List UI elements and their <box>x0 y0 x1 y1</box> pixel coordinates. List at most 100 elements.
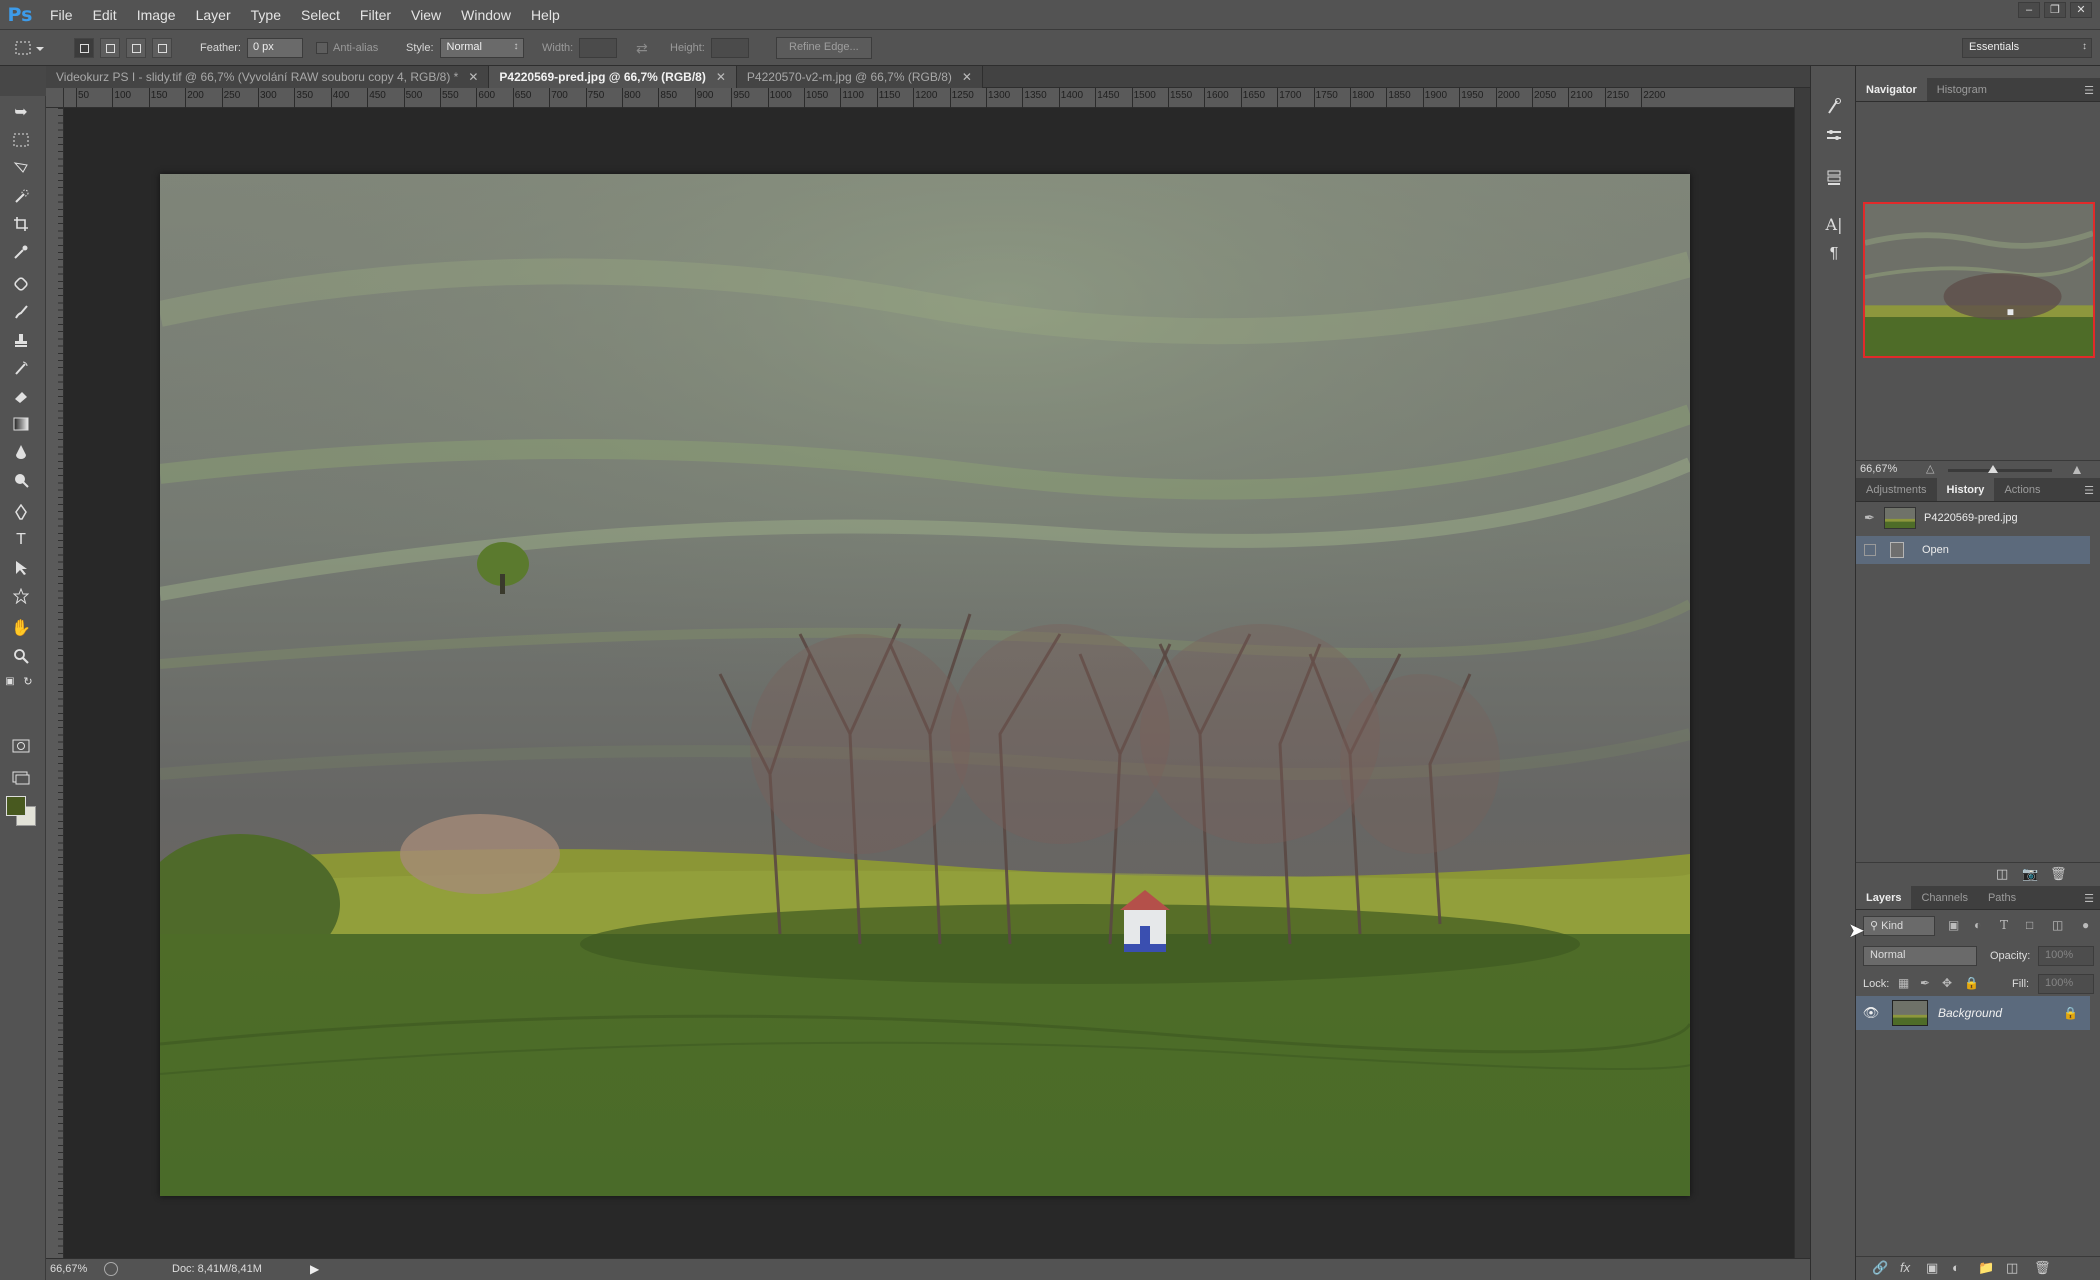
menu-select[interactable]: Select <box>291 0 350 30</box>
menu-image[interactable]: Image <box>127 0 186 30</box>
menu-layer[interactable]: Layer <box>186 0 241 30</box>
pixel-layer-filter-icon[interactable]: ▣ <box>1948 918 1959 932</box>
screen-mode-icon[interactable] <box>8 766 34 790</box>
height-input[interactable] <box>710 38 749 58</box>
opacity-input[interactable]: 100% <box>2038 946 2094 966</box>
paragraph-panel-icon[interactable]: ¶ <box>1821 242 1847 266</box>
tab-history[interactable]: History <box>1936 478 1995 501</box>
panel-menu-icon[interactable]: ☰ <box>2084 84 2094 97</box>
type-tool-icon[interactable]: T <box>8 528 34 552</box>
tab-adjustments[interactable]: Adjustments <box>1856 478 1937 501</box>
lock-transparent-pixels-icon[interactable]: ▦ <box>1898 976 1909 990</box>
history-brush-tool-icon[interactable] <box>8 356 34 380</box>
character-panel-icon[interactable]: A| <box>1821 212 1847 236</box>
new-group-icon[interactable]: 📁 <box>1978 1260 1994 1276</box>
status-zoom[interactable]: 66,67% <box>50 1263 87 1275</box>
navigator-thumbnail[interactable] <box>1863 202 2095 358</box>
eraser-tool-icon[interactable] <box>8 384 34 408</box>
tab-layers[interactable]: Layers <box>1856 886 1912 909</box>
panel-menu-icon[interactable]: ☰ <box>2084 484 2094 497</box>
document-image[interactable] <box>160 174 1690 1196</box>
brush-tool-icon[interactable] <box>8 300 34 324</box>
add-mask-icon[interactable]: ▣ <box>1926 1260 1938 1276</box>
menu-filter[interactable]: Filter <box>350 0 401 30</box>
layer-comps-icon[interactable] <box>1821 166 1847 190</box>
menu-edit[interactable]: Edit <box>83 0 127 30</box>
dodge-tool-icon[interactable] <box>8 468 34 492</box>
history-brush-source-icon[interactable]: ✒ <box>1864 510 1875 526</box>
menu-file[interactable]: File <box>40 0 83 30</box>
new-document-from-state-icon[interactable]: ◫ <box>1996 866 2008 882</box>
photoshop-logo[interactable]: Ps <box>0 0 40 30</box>
shape-layer-filter-icon[interactable]: □ <box>2026 918 2033 932</box>
swap-dimensions-icon[interactable]: ⇄ <box>636 40 648 57</box>
eyedropper-tool-icon[interactable] <box>8 240 34 264</box>
tab-videokurz[interactable]: Videokurz PS I - slidy.tif @ 66,7% (Vyvo… <box>46 66 490 88</box>
vertical-ruler[interactable] <box>46 108 64 1258</box>
gradient-tool-icon[interactable] <box>8 412 34 436</box>
add-to-selection-icon[interactable] <box>100 38 120 58</box>
new-layer-icon[interactable]: ◫ <box>2006 1260 2018 1276</box>
width-input[interactable] <box>579 38 618 58</box>
lock-position-icon[interactable]: ✥ <box>1942 976 1952 990</box>
tab-close-icon[interactable]: ✕ <box>716 70 726 84</box>
zoom-in-icon[interactable]: ▲ <box>2070 461 2084 477</box>
delete-layer-icon[interactable]: 🗑 <box>2034 1260 2051 1276</box>
tab-p4220570[interactable]: P4220570-v2-m.jpg @ 66,7% (RGB/8) ✕ <box>736 66 983 88</box>
vertical-scrollbar[interactable] <box>1794 88 1810 1258</box>
crop-tool-icon[interactable] <box>8 212 34 236</box>
menu-help[interactable]: Help <box>521 0 570 30</box>
marquee-tool-icon[interactable] <box>8 128 34 152</box>
menu-view[interactable]: View <box>401 0 451 30</box>
hand-tool-icon[interactable]: ✋ <box>8 616 34 640</box>
canvas-area[interactable] <box>64 108 1794 1258</box>
restore-button[interactable]: ❐ <box>2044 2 2066 18</box>
lock-image-pixels-icon[interactable]: ✒ <box>1920 976 1930 990</box>
layer-visibility-eye-icon[interactable]: 👁 <box>1856 1005 1886 1021</box>
tab-channels[interactable]: Channels <box>1911 886 1977 909</box>
smart-object-filter-icon[interactable]: ◫ <box>2052 918 2063 932</box>
minimize-button[interactable]: – <box>2018 2 2040 18</box>
ruler-origin[interactable] <box>46 88 64 108</box>
history-step[interactable]: Open <box>1856 536 2090 564</box>
blend-mode-select[interactable]: Normal <box>1863 946 1977 966</box>
tab-histogram[interactable]: Histogram <box>1927 78 1997 101</box>
shape-tool-icon[interactable] <box>8 584 34 608</box>
horizontal-ruler[interactable]: 50 100 150 200 250 300 350 400 450 500 550 600 650 70… <box>64 88 1794 108</box>
navigator-zoom-value[interactable]: 66,67% <box>1860 463 1897 475</box>
link-layers-icon[interactable]: 🔗 <box>1872 1260 1888 1276</box>
type-layer-filter-icon[interactable]: T <box>2000 918 2008 932</box>
swap-colors-icon[interactable]: ↻ <box>20 674 36 688</box>
status-menu-arrow-icon[interactable]: ▶ <box>310 1262 319 1276</box>
new-snapshot-icon[interactable]: 📷 <box>2022 866 2038 882</box>
layer-filter-select[interactable]: ⚲ Kind <box>1863 916 1935 936</box>
layer-name[interactable]: Background <box>1938 1006 2063 1020</box>
zoom-tool-icon[interactable] <box>8 644 34 668</box>
tools-panel-header[interactable] <box>0 66 46 96</box>
quick-selection-tool-icon[interactable] <box>8 184 34 208</box>
default-colors-icon[interactable]: ▣ <box>2 674 18 688</box>
subtract-from-selection-icon[interactable] <box>126 38 146 58</box>
tab-p4220569[interactable]: P4220569-pred.jpg @ 66,7% (RGB/8) ✕ <box>489 66 737 88</box>
adjustment-layer-filter-icon[interactable]: ◐ <box>1974 918 1981 932</box>
delete-state-icon[interactable]: 🗑 <box>2050 866 2067 882</box>
move-tool-icon[interactable]: ➥ <box>8 100 34 124</box>
tab-paths[interactable]: Paths <box>1978 886 2026 909</box>
menu-type[interactable]: Type <box>241 0 291 30</box>
pen-tool-icon[interactable] <box>8 500 34 524</box>
quick-mask-icon[interactable] <box>8 734 34 758</box>
feather-input[interactable]: 0 px <box>246 38 303 58</box>
adjustment-layer-icon[interactable]: ◐ <box>1952 1260 1960 1275</box>
close-button[interactable]: ✕ <box>2070 2 2092 18</box>
menu-window[interactable]: Window <box>451 0 521 30</box>
tool-preset-picker[interactable] <box>12 30 46 66</box>
panel-menu-icon[interactable]: ☰ <box>2084 892 2094 905</box>
history-snapshot[interactable]: ✒ P4220569-pred.jpg <box>1856 504 2090 532</box>
tab-navigator[interactable]: Navigator <box>1856 78 1927 101</box>
path-selection-tool-icon[interactable] <box>8 556 34 580</box>
history-source-checkbox[interactable] <box>1864 544 1876 556</box>
layer-style-icon[interactable]: fx <box>1900 1260 1910 1275</box>
blur-tool-icon[interactable] <box>8 440 34 464</box>
fill-input[interactable]: 100% <box>2038 974 2094 994</box>
tab-close-icon[interactable]: ✕ <box>468 70 478 84</box>
